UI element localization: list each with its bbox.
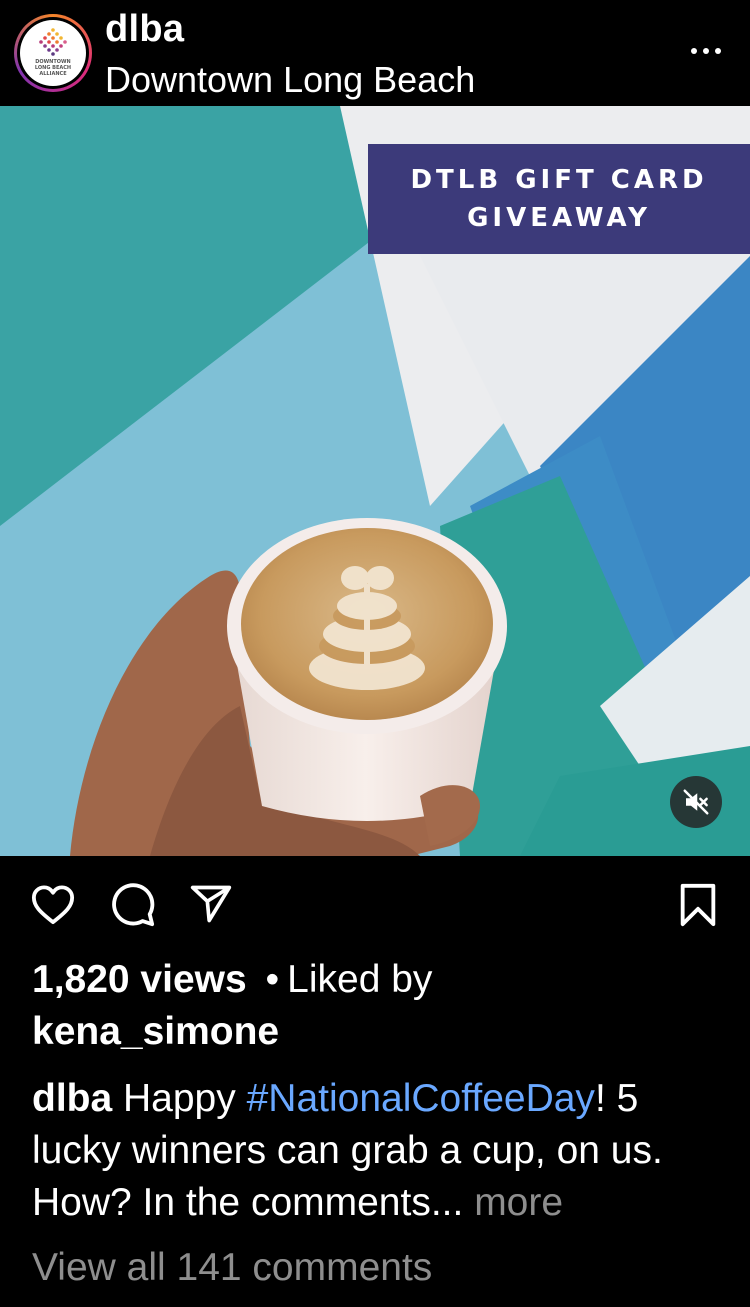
caption-author[interactable]: dlba <box>32 1077 112 1120</box>
paper-plane-icon[interactable] <box>188 882 234 926</box>
dlba-logo: DOWNTOWN LONG BEACH ALLIANCE <box>20 20 86 86</box>
banner-line-1: DTLB GIFT CARD <box>410 165 708 195</box>
comment-bubble-icon[interactable] <box>110 882 156 928</box>
bookmark-icon[interactable] <box>678 882 718 928</box>
banner-line-2: GIVEAWAY <box>467 203 651 233</box>
liked-by-prefix: Liked by <box>287 958 433 1001</box>
action-bar <box>0 856 750 956</box>
heart-icon[interactable] <box>30 882 76 926</box>
avatar[interactable]: DOWNTOWN LONG BEACH ALLIANCE <box>14 14 92 92</box>
post-header: DOWNTOWN LONG BEACH ALLIANCE dlba Downto… <box>0 0 750 106</box>
post-caption: dlba Happy #NationalCoffeeDay! 5 lucky w… <box>32 1073 732 1229</box>
speaker-muted-icon <box>683 789 709 815</box>
post-stats: 1,820 views • Liked by kena_simone <box>32 954 722 1058</box>
separator: • <box>265 958 280 1001</box>
caption-hashtag[interactable]: #NationalCoffeeDay <box>247 1077 595 1120</box>
views-count[interactable]: 1,820 views <box>32 958 247 1001</box>
caption-text-start: Happy <box>123 1077 236 1120</box>
post-location[interactable]: Downtown Long Beach <box>105 58 475 102</box>
more-options-icon[interactable] <box>686 36 726 66</box>
liked-by-user[interactable]: kena_simone <box>32 1010 279 1053</box>
avatar-text-line: ALLIANCE <box>39 71 67 77</box>
post-username[interactable]: dlba <box>105 6 184 52</box>
post-media[interactable]: DTLB GIFT CARD GIVEAWAY <box>0 106 750 856</box>
mute-button[interactable] <box>670 776 722 828</box>
view-comments-link[interactable]: View all 141 comments <box>32 1242 432 1294</box>
giveaway-banner: DTLB GIFT CARD GIVEAWAY <box>368 144 750 254</box>
caption-more-link[interactable]: more <box>474 1181 563 1224</box>
